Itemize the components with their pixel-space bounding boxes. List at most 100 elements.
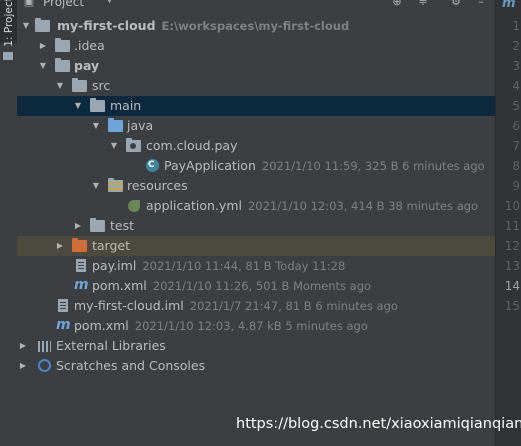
- tree-row-idea[interactable]: ▶ .idea: [17, 36, 495, 56]
- tree-label: External Libraries: [56, 338, 166, 353]
- collapse-arrow-icon[interactable]: ▶: [38, 36, 48, 56]
- maven-icon: m: [74, 277, 89, 293]
- tree-meta: 2021/1/10 11:44, 81 B Today 11:28: [142, 259, 346, 273]
- collapse-arrow-icon[interactable]: ▶: [18, 336, 28, 356]
- hide-icon[interactable]: –: [475, 0, 487, 8]
- collapse-arrow-icon[interactable]: ▶: [55, 236, 65, 256]
- tree-row-pay-pom[interactable]: m pom.xml 2021/1/10 11:26, 501 B Moments …: [17, 276, 495, 296]
- folder-icon: [90, 98, 105, 112]
- chevron-down-icon[interactable]: ▼: [106, 0, 113, 5]
- tree-meta: 2021/1/10 11:59, 325 B 6 minutes ago: [261, 159, 485, 173]
- expand-arrow-icon[interactable]: ▼: [73, 96, 83, 116]
- expand-arrow-icon[interactable]: ▼: [21, 16, 31, 36]
- tree-label: .idea: [74, 38, 105, 53]
- module-folder-icon: [55, 58, 70, 72]
- tree-meta: E:\workspaces\my-first-cloud: [161, 19, 350, 33]
- expand-arrow-icon[interactable]: ▼: [91, 116, 101, 136]
- tree-row-root-pom[interactable]: m pom.xml 2021/1/10 12:03, 4.87 kB 5 minu…: [17, 316, 495, 336]
- line-number: 14: [504, 279, 520, 293]
- line-number: 7: [512, 139, 520, 153]
- line-number: 5: [512, 99, 520, 113]
- tree-label: pay.iml: [92, 258, 137, 273]
- module-folder-icon: [35, 18, 50, 32]
- line-number: 6: [512, 119, 520, 133]
- package-icon: [126, 138, 141, 152]
- tree-meta: 2021/1/10 11:26, 501 B Moments ago: [152, 279, 372, 293]
- line-number: 13: [504, 259, 520, 273]
- editor-tab-maven-icon[interactable]: m: [502, 0, 516, 11]
- tree-row-external-libraries[interactable]: ▶ External Libraries: [17, 336, 495, 356]
- expand-arrow-icon[interactable]: ▼: [38, 56, 48, 76]
- tree-row-package[interactable]: ▼ com.cloud.pay: [17, 136, 495, 156]
- tree-meta: 2021/1/7 21:47, 81 B 6 minutes ago: [189, 299, 398, 313]
- line-number: 9: [512, 179, 520, 193]
- tree-label: pom.xml: [74, 318, 129, 333]
- collapse-arrow-icon[interactable]: ▶: [73, 216, 83, 236]
- tree-row-src[interactable]: ▼ src: [17, 76, 495, 96]
- expand-arrow-icon[interactable]: ▼: [109, 136, 119, 156]
- spring-class-icon: [146, 155, 159, 175]
- tree-row-pay-iml[interactable]: pay.iml 2021/1/10 11:44, 81 B Today 11:28: [17, 256, 495, 276]
- project-side-tab[interactable]: 1: Project: [0, 0, 17, 47]
- locate-icon[interactable]: ⊕: [391, 0, 403, 8]
- library-icon: [38, 341, 51, 352]
- tree-meta: 2021/1/10 12:03, 4.87 kB 5 minutes ago: [134, 319, 368, 333]
- tree-label: Scratches and Consoles: [56, 358, 206, 373]
- collapse-arrow-icon[interactable]: ▶: [18, 356, 28, 376]
- tree-row-resources[interactable]: ▼ resources: [17, 176, 495, 196]
- iml-file-icon: [76, 259, 86, 272]
- line-number: 2: [512, 39, 520, 53]
- structure-folder-icon[interactable]: [3, 52, 13, 60]
- tree-label: target: [92, 238, 131, 253]
- tree-row-scratches[interactable]: ▶ Scratches and Consoles: [17, 356, 495, 376]
- tree-row-application-yml[interactable]: application.yml 2021/1/10 12:03, 414 B 38…: [17, 196, 495, 216]
- tree-row-pay[interactable]: ▼ pay: [17, 56, 495, 76]
- tree-row-root-iml[interactable]: my-first-cloud.iml 2021/1/7 21:47, 81 B 6…: [17, 296, 495, 316]
- tree-label: com.cloud.pay: [146, 138, 238, 153]
- tree-label: pay: [74, 58, 100, 73]
- tree-label: java: [127, 118, 154, 133]
- line-number: 15: [504, 299, 520, 313]
- spring-config-icon: [128, 200, 140, 212]
- tree-label: my-first-cloud: [57, 18, 156, 33]
- tree-row-my-first-cloud[interactable]: ▼ my-first-cloud E:\workspaces\my-first-c…: [17, 16, 495, 36]
- collapse-all-icon[interactable]: ≑: [417, 0, 429, 8]
- line-number: 4: [512, 79, 520, 93]
- tree-row-test[interactable]: ▶ test: [17, 216, 495, 236]
- tree-label: PayApplication: [164, 158, 256, 173]
- line-number: 11: [504, 219, 520, 233]
- source-root-folder-icon: [108, 118, 123, 132]
- line-number: 1: [512, 19, 520, 33]
- watermark: https://blog.csdn.net/xiaoxiamiqianqian: [236, 416, 521, 432]
- folder-icon: [90, 218, 105, 232]
- project-tool-window: ▣ Project ▼ ⊕ ≑ ⚙ – ▼ my-first-cloud E:\w…: [17, 0, 495, 446]
- maven-icon: m: [56, 317, 71, 333]
- expand-arrow-icon[interactable]: ▼: [91, 176, 101, 196]
- line-number: 8: [512, 159, 520, 173]
- tree-row-main[interactable]: ▼ main: [17, 96, 495, 116]
- tree-label: main: [110, 98, 142, 113]
- tree-row-payapplication[interactable]: PayApplication 2021/1/10 11:59, 325 B 6 m…: [17, 155, 495, 176]
- folder-icon: [72, 78, 87, 92]
- tree-label: src: [92, 78, 111, 93]
- tool-window-stripe: 1: Project: [0, 0, 18, 446]
- tree-label: application.yml: [146, 198, 242, 213]
- gear-icon[interactable]: ⚙: [450, 0, 462, 8]
- project-panel-header: ▣ Project ▼ ⊕ ≑ ⚙ –: [17, 0, 495, 10]
- tree-row-target[interactable]: ▶ target: [17, 236, 495, 256]
- tree-label: pom.xml: [92, 278, 147, 293]
- project-view-icon: ▣: [23, 0, 35, 8]
- project-side-tab-label: 1: Project: [3, 0, 15, 47]
- tree-row-java[interactable]: ▼ java: [17, 116, 495, 136]
- tree-meta: 2021/1/10 12:03, 414 B 38 minutes ago: [247, 199, 479, 213]
- line-number: 3: [512, 59, 520, 73]
- scratches-icon: [38, 359, 51, 372]
- folder-icon: [55, 38, 70, 52]
- project-view-title[interactable]: Project: [43, 0, 84, 9]
- iml-file-icon: [58, 299, 68, 312]
- tree-label: test: [110, 218, 135, 233]
- line-number: 10: [504, 199, 520, 213]
- resources-folder-icon: [108, 178, 123, 192]
- expand-arrow-icon[interactable]: ▼: [55, 76, 65, 96]
- tree-label: resources: [127, 178, 188, 193]
